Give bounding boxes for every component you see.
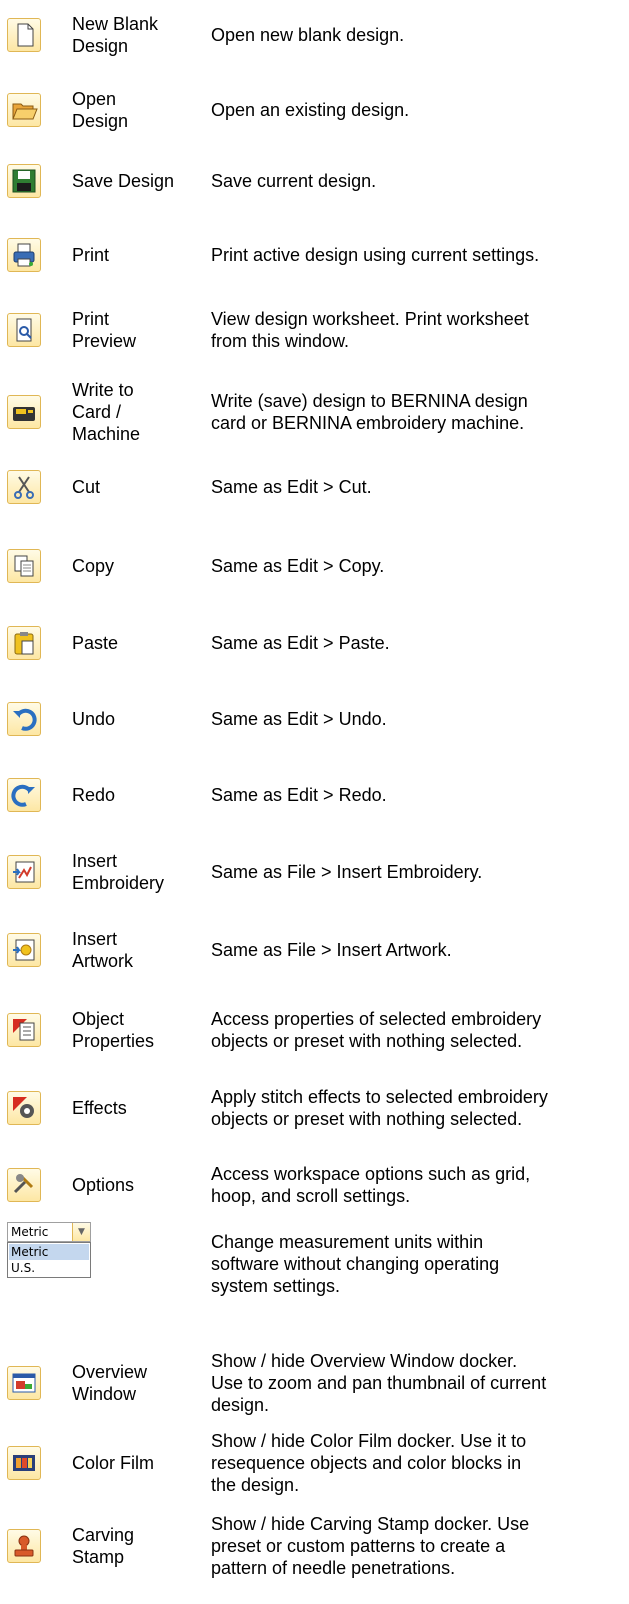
units-selected-value: Metric bbox=[11, 1225, 49, 1239]
overview-window-icon[interactable] bbox=[7, 1366, 41, 1400]
paste-icon[interactable] bbox=[7, 626, 41, 660]
insert-embroidery-icon[interactable] bbox=[7, 855, 41, 889]
tool-name: Copy bbox=[72, 556, 115, 576]
tool-name: Overview Window bbox=[72, 1362, 148, 1404]
tool-description: Show / hide Overview Window docker. Use t… bbox=[211, 1351, 547, 1415]
tool-description: Same as File > Insert Artwork. bbox=[211, 940, 452, 960]
tool-name: Insert Embroidery bbox=[72, 851, 165, 893]
tool-name: Carving Stamp bbox=[72, 1525, 135, 1567]
tool-description: Save current design. bbox=[211, 171, 377, 191]
tool-name: Object Properties bbox=[72, 1009, 155, 1051]
tool-name: New Blank Design bbox=[72, 14, 159, 56]
tool-description: Open new blank design. bbox=[211, 25, 405, 45]
chevron-down-icon[interactable]: ▼ bbox=[72, 1223, 90, 1241]
measurement-units-dropdown[interactable]: Metric ▼ Metric U.S. bbox=[7, 1222, 91, 1278]
tool-name: Print Preview bbox=[72, 309, 137, 351]
units-option-metric[interactable]: Metric bbox=[9, 1244, 89, 1260]
tool-name: Redo bbox=[72, 785, 116, 805]
tool-name: Undo bbox=[72, 709, 116, 729]
print-icon[interactable] bbox=[7, 238, 41, 272]
units-options-list[interactable]: Metric U.S. bbox=[7, 1242, 91, 1278]
tool-description: Show / hide Carving Stamp docker. Use pre… bbox=[211, 1514, 530, 1578]
tool-description: Same as Edit > Redo. bbox=[211, 785, 387, 805]
units-combo-box[interactable]: Metric ▼ bbox=[7, 1222, 91, 1242]
save-design-icon[interactable] bbox=[7, 164, 41, 198]
carving-stamp-icon[interactable] bbox=[7, 1529, 41, 1563]
insert-artwork-icon[interactable] bbox=[7, 933, 41, 967]
tool-description: Same as Edit > Undo. bbox=[211, 709, 387, 729]
tool-name: Print bbox=[72, 245, 110, 265]
tool-description: Access workspace options such as grid, ho… bbox=[211, 1164, 531, 1206]
tool-name: Paste bbox=[72, 633, 119, 653]
tool-name: Insert Artwork bbox=[72, 929, 134, 971]
redo-icon[interactable] bbox=[7, 778, 41, 812]
tool-description: Same as Edit > Cut. bbox=[211, 477, 372, 497]
cut-icon[interactable] bbox=[7, 470, 41, 504]
color-film-icon[interactable] bbox=[7, 1446, 41, 1480]
tool-name: Save Design bbox=[72, 171, 175, 191]
units-option-us[interactable]: U.S. bbox=[9, 1260, 89, 1276]
tool-description: Same as Edit > Copy. bbox=[211, 556, 385, 576]
tool-description: View design worksheet. Print worksheet fr… bbox=[211, 309, 529, 351]
tool-description: Write (save) design to BERNINA design car… bbox=[211, 391, 528, 433]
tool-description: Show / hide Color Film docker. Use it to… bbox=[211, 1431, 527, 1495]
print-preview-icon[interactable] bbox=[7, 313, 41, 347]
tool-name: Open Design bbox=[72, 89, 129, 131]
tool-description: Same as File > Insert Embroidery. bbox=[211, 862, 483, 882]
tool-name: Cut bbox=[72, 477, 101, 497]
effects-icon[interactable] bbox=[7, 1091, 41, 1125]
tool-name: Options bbox=[72, 1175, 135, 1195]
tool-description: Print active design using current settin… bbox=[211, 245, 540, 265]
tool-description: Apply stitch effects to selected embroid… bbox=[211, 1087, 548, 1129]
copy-icon[interactable] bbox=[7, 549, 41, 583]
tool-description: Access properties of selected embroidery… bbox=[211, 1009, 542, 1051]
write-to-card-icon[interactable] bbox=[7, 395, 41, 429]
tool-description: Same as Edit > Paste. bbox=[211, 633, 390, 653]
tool-name: Effects bbox=[72, 1098, 127, 1118]
object-properties-icon[interactable] bbox=[7, 1013, 41, 1047]
tool-description: Open an existing design. bbox=[211, 100, 410, 120]
tool-name: Write to Card / Machine bbox=[72, 380, 141, 444]
tool-name: Color Film bbox=[72, 1453, 155, 1473]
new-blank-design-icon[interactable] bbox=[7, 18, 41, 52]
options-icon[interactable] bbox=[7, 1168, 41, 1202]
tool-description: Change measurement units within software … bbox=[211, 1232, 500, 1296]
undo-icon[interactable] bbox=[7, 702, 41, 736]
open-design-icon[interactable] bbox=[7, 93, 41, 127]
